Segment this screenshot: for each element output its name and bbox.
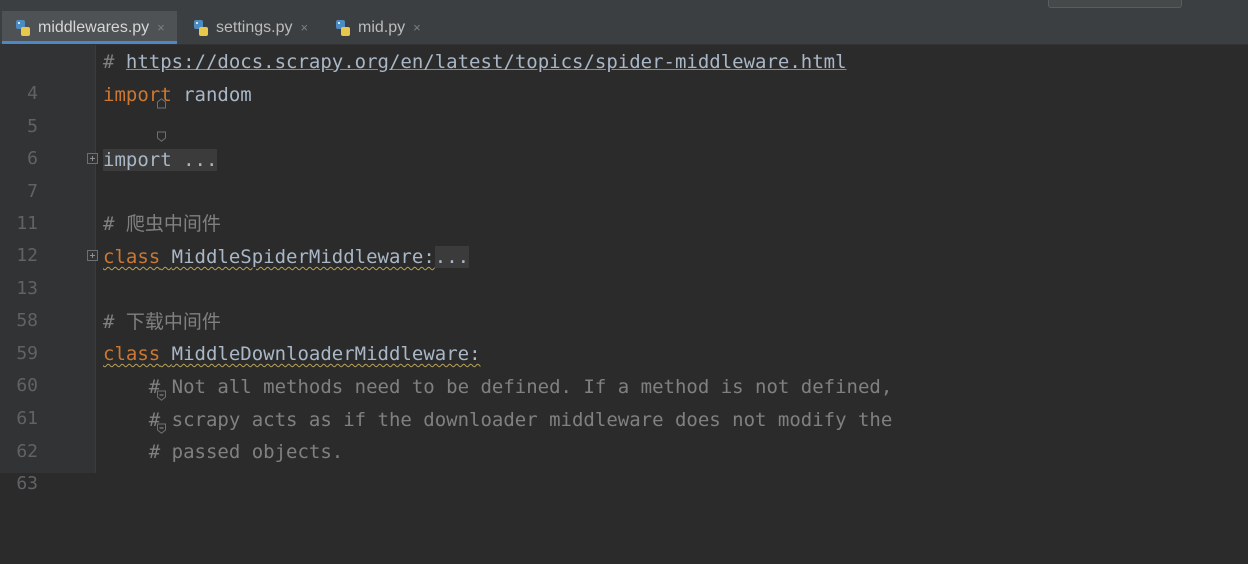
tab-label: settings.py — [216, 18, 293, 36]
python-file-icon — [16, 19, 30, 36]
close-icon[interactable]: × — [413, 20, 421, 35]
comment: # scrapy acts as if the downloader middl… — [103, 409, 893, 431]
close-icon[interactable]: × — [300, 20, 308, 35]
search-box[interactable] — [1048, 0, 1182, 8]
code-line: 5 import random — [0, 79, 1248, 142]
comment-hash: # — [103, 51, 126, 73]
editor-tab-bar: middlewares.py × settings.py × mid.py × — [0, 0, 1248, 45]
collapsed-class-body[interactable]: ... — [434, 246, 470, 268]
comment: # 下载中间件 — [103, 311, 221, 333]
code-line: 11 — [0, 176, 1248, 234]
docs-link[interactable]: https://docs.scrapy.org/en/latest/topics… — [126, 51, 847, 73]
tab-label: middlewares.py — [38, 18, 150, 36]
code-line: 59 # 下载中间件 — [0, 306, 1248, 364]
fold-end-icon[interactable] — [87, 88, 166, 142]
python-file-icon — [194, 19, 208, 36]
collapsed-imports[interactable]: import ... — [103, 149, 218, 171]
fold-start-icon[interactable] — [87, 347, 166, 401]
fold-end-icon[interactable] — [87, 55, 166, 109]
class-name: MiddleDownloaderMiddleware: — [171, 343, 481, 365]
code-line: 4 # https://docs.scrapy.org/en/latest/to… — [0, 46, 1248, 109]
comment: # 爬虫中间件 — [103, 213, 221, 235]
code-line: 12 # 爬虫中间件 — [0, 208, 1248, 266]
tab-middlewares[interactable]: middlewares.py × — [2, 11, 177, 44]
class-name: MiddleSpiderMiddleware: — [171, 246, 435, 268]
keyword: import — [103, 84, 172, 106]
tab-label: mid.py — [358, 18, 406, 36]
fold-start-icon[interactable] — [87, 380, 166, 434]
expand-fold-icon[interactable] — [87, 153, 98, 164]
keyword: class — [103, 246, 161, 268]
keyword: class — [103, 343, 161, 365]
code-line: 63 # passed objects. — [0, 436, 1248, 494]
code-line: 7 import ... — [0, 144, 1248, 202]
code-line: 61 # Not all methods need to be defined.… — [0, 371, 1248, 434]
code-line: 62 # scrapy acts as if the downloader mi… — [0, 404, 1248, 462]
comment: # Not all methods need to be defined. If… — [103, 376, 893, 398]
code-text: random — [171, 84, 252, 106]
close-icon[interactable]: × — [157, 20, 165, 35]
comment: # passed objects. — [103, 441, 344, 463]
python-file-icon — [336, 19, 350, 36]
tab-settings[interactable]: settings.py × — [180, 11, 320, 44]
code-line: 13 class MiddleSpiderMiddleware:... — [0, 241, 1248, 299]
code-line: 6 — [0, 111, 1248, 169]
tab-mid[interactable]: mid.py × — [322, 11, 434, 44]
expand-fold-icon[interactable] — [87, 250, 98, 261]
code-line: 60 class MiddleDownloaderMiddleware: — [0, 338, 1248, 401]
code-line: 58 — [0, 273, 1248, 331]
